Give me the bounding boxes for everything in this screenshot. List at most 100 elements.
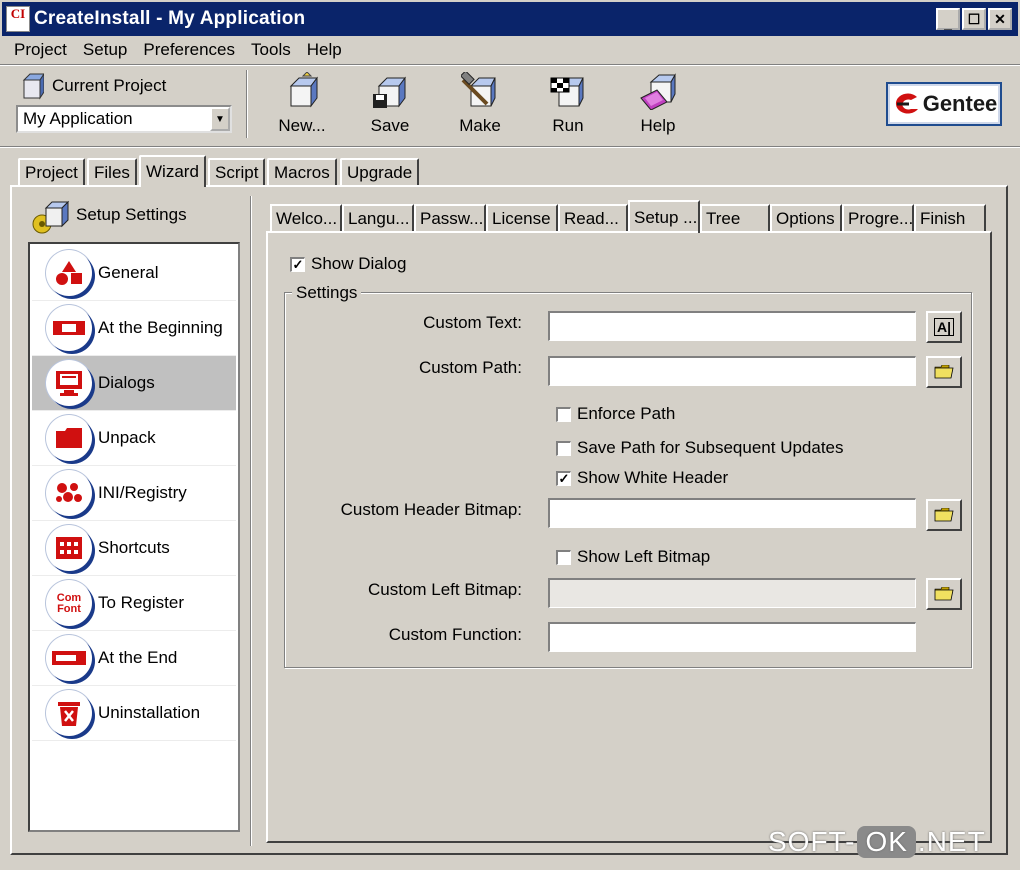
custom-function-label: Custom Function: [388, 625, 522, 644]
custom-path-label: Custom Path: [419, 358, 522, 377]
menu-tools[interactable]: Tools [243, 40, 299, 60]
new-button[interactable]: New... [266, 72, 338, 138]
custom-path-input[interactable] [548, 356, 916, 386]
tab-password-label: Passw... [420, 209, 484, 228]
sidebar-item-label: INI/Registry [98, 483, 187, 502]
sidebar-item-at-the-beginning[interactable]: At the Beginning [32, 301, 236, 356]
app-icon[interactable]: CI [6, 6, 30, 32]
custom-function-input[interactable] [548, 622, 916, 652]
run-button[interactable]: Run [532, 72, 604, 138]
close-button[interactable]: ✕ [988, 8, 1012, 30]
menu-help[interactable]: Help [299, 40, 350, 60]
browse-header-bitmap-button[interactable] [926, 499, 962, 531]
folder-open-icon [934, 508, 954, 522]
sidebar-item-shortcuts[interactable]: Shortcuts [32, 521, 236, 576]
show-left-bitmap-checkbox[interactable]: Show Left Bitmap [556, 547, 710, 567]
tab-options[interactable]: Options [770, 204, 842, 232]
browse-path-button[interactable] [926, 356, 962, 388]
tab-macros[interactable]: Macros [267, 158, 337, 186]
help-button[interactable]: Help [622, 72, 694, 138]
show-left-bitmap-check[interactable] [556, 549, 571, 565]
make-button[interactable]: Make [444, 72, 516, 138]
tab-project[interactable]: Project [18, 158, 85, 186]
title-bar[interactable]: CI CreateInstall - My Application _ ☐ ✕ [0, 0, 1020, 36]
show-dialog-checkbox[interactable]: ✓ Show Dialog [290, 254, 406, 274]
menu-setup[interactable]: Setup [75, 40, 135, 60]
help-label: Help [640, 116, 676, 135]
sidebar-item-general[interactable]: General [32, 246, 236, 301]
custom-text-label: Custom Text: [423, 313, 522, 332]
gentee-logo[interactable]: Gentee [886, 82, 1002, 126]
enforce-path-label: Enforce Path [577, 404, 676, 423]
tab-script-label: Script [215, 163, 259, 182]
tab-setup[interactable]: Setup ... [628, 200, 700, 233]
settings-group-label: Settings [292, 283, 362, 303]
gentee-logo-text: Gentee [922, 91, 998, 116]
project-box-icon [22, 73, 44, 100]
save-path-check[interactable] [556, 440, 571, 456]
svg-text:Font: Font [57, 603, 81, 615]
registry-icon [46, 470, 92, 516]
sidebar-item-at-the-end[interactable]: At the End [32, 631, 236, 686]
shapes-icon [46, 250, 92, 296]
tab-license-label: License [492, 209, 551, 228]
sidebar-item-to-register[interactable]: Com Font To Register [32, 576, 236, 631]
tab-welcome-label: Welco... [276, 209, 338, 228]
tab-language-label: Langu... [348, 209, 410, 228]
custom-header-bitmap-label: Custom Header Bitmap: [340, 500, 522, 519]
tab-options-label: Options [776, 209, 835, 228]
menu-project[interactable]: Project [6, 40, 75, 60]
tab-welcome[interactable]: Welco... [270, 204, 342, 232]
tab-tree[interactable]: Tree [700, 204, 770, 232]
tab-finish[interactable]: Finish [914, 204, 986, 232]
minimize-button[interactable]: _ [936, 8, 960, 30]
tab-wizard[interactable]: Wizard [139, 155, 206, 187]
close-icon: ✕ [994, 11, 1006, 27]
folder-open-icon [934, 587, 954, 601]
tab-setup-label: Setup ... [634, 207, 698, 227]
tab-macros-label: Macros [274, 163, 330, 182]
sidebar-item-dialogs[interactable]: Dialogs [32, 356, 236, 411]
show-white-header-check[interactable]: ✓ [556, 470, 571, 486]
tab-language[interactable]: Langu... [342, 204, 414, 232]
run-icon [550, 77, 584, 107]
panel-splitter[interactable] [250, 196, 252, 846]
tab-password[interactable]: Passw... [414, 204, 486, 232]
enforce-path-checkbox[interactable]: Enforce Path [556, 404, 675, 424]
maximize-button[interactable]: ☐ [962, 8, 986, 30]
show-white-header-checkbox[interactable]: ✓ Show White Header [556, 468, 728, 488]
menu-preferences[interactable]: Preferences [135, 40, 243, 60]
tab-script[interactable]: Script [208, 158, 266, 186]
tab-upgrade-label: Upgrade [347, 163, 413, 182]
sidebar-item-uninstallation[interactable]: Uninstallation [32, 686, 236, 741]
tab-progress[interactable]: Progre... [842, 204, 914, 232]
chevron-down-icon[interactable]: ▼ [210, 107, 230, 131]
custom-left-bitmap-input[interactable] [548, 578, 916, 608]
new-label: New... [278, 116, 326, 135]
sidebar-item-ini-registry[interactable]: INI/Registry [32, 466, 236, 521]
current-project-select[interactable]: My Application ▼ [16, 105, 232, 133]
custom-text-input[interactable] [548, 311, 916, 341]
text-edit-button[interactable]: A| [926, 311, 962, 343]
save-path-checkbox[interactable]: Save Path for Subsequent Updates [556, 438, 844, 458]
tab-readme[interactable]: Read... [558, 204, 628, 232]
save-button[interactable]: Save [354, 72, 426, 138]
watermark: SOFT- OK .NET [768, 826, 986, 858]
folder-icon [46, 415, 92, 461]
browse-left-bitmap-button[interactable] [926, 578, 962, 610]
tab-readme-label: Read... [564, 209, 619, 228]
help-icon [640, 73, 676, 110]
maximize-icon: ☐ [967, 11, 981, 27]
monitor-icon [46, 360, 92, 406]
show-left-bitmap-label: Show Left Bitmap [577, 547, 711, 566]
enforce-path-check[interactable] [556, 406, 571, 422]
sidebar-item-unpack[interactable]: Unpack [32, 411, 236, 466]
show-white-header-label: Show White Header [577, 468, 729, 487]
show-dialog-check[interactable]: ✓ [290, 256, 305, 272]
custom-header-bitmap-input[interactable] [548, 498, 916, 528]
window-title: CreateInstall - My Application [34, 8, 306, 29]
tab-upgrade[interactable]: Upgrade [340, 158, 420, 186]
tab-license[interactable]: License [486, 204, 558, 232]
trash-icon [46, 690, 92, 736]
tab-files[interactable]: Files [87, 158, 137, 186]
